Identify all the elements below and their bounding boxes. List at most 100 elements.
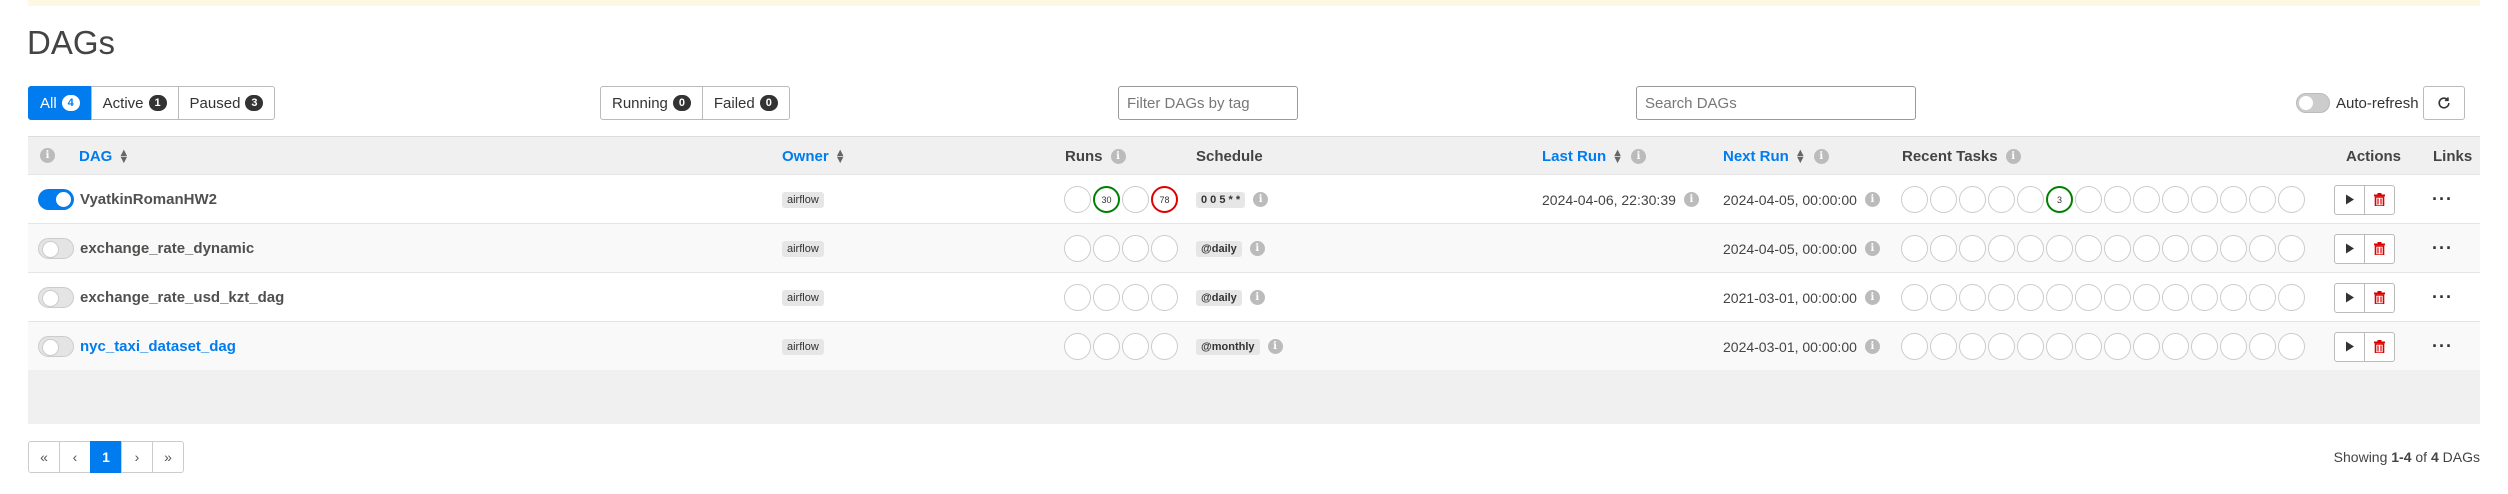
trigger-dag-button[interactable] — [2334, 331, 2365, 362]
info-icon: i — [1864, 290, 1880, 305]
column-actions: Actions — [2346, 148, 2401, 165]
trash-icon — [2374, 193, 2385, 206]
delete-dag-button[interactable] — [2364, 233, 2395, 264]
column-owner[interactable]: Owner ▲ ▼ — [782, 146, 846, 166]
delete-dag-button[interactable] — [2364, 184, 2395, 215]
refresh-button[interactable] — [2423, 86, 2465, 120]
dag-name-link[interactable]: VyatkinRomanHW2 — [80, 191, 217, 208]
pagination: « ‹ 1 › » — [28, 441, 184, 473]
more-icon[interactable]: ··· — [2432, 189, 2453, 210]
last-run-link[interactable]: 2024-04-06, 22:30:39 — [1542, 192, 1676, 208]
column-owner-label: Owner — [782, 148, 829, 165]
tag-filter-input[interactable] — [1118, 86, 1298, 120]
trigger-dag-button[interactable] — [2334, 282, 2365, 313]
schedule-tag[interactable]: @daily — [1196, 240, 1242, 257]
pause-toggle[interactable] — [38, 287, 74, 308]
trigger-dag-button[interactable] — [2334, 184, 2365, 215]
table-row: exchange_rate_dynamic airflow @daily i 2024-… — [28, 223, 2480, 272]
filter-active-button[interactable]: Active 1 — [90, 86, 179, 120]
recent-tasks-status — [1901, 284, 2305, 311]
owner-tag[interactable]: airflow — [782, 240, 824, 257]
page-next-button[interactable]: › — [121, 441, 153, 473]
page-first-button[interactable]: « — [28, 441, 60, 473]
page-current-button[interactable]: 1 — [90, 441, 122, 473]
table-row: exchange_rate_usd_kzt_dag airflow @daily i 2… — [28, 272, 2480, 321]
sort-icon: ▲ ▼ — [1794, 146, 1806, 166]
refresh-icon — [2438, 97, 2450, 109]
task-state-circle — [2191, 186, 2218, 213]
column-last-run[interactable]: Last Run ▲ ▼ i — [1542, 147, 1647, 165]
column-next-run-label: Next Run — [1723, 148, 1789, 165]
task-state-circle — [1988, 235, 2015, 262]
filter-failed-label: Failed — [713, 94, 755, 112]
auto-refresh-toggle[interactable] — [2296, 93, 2330, 113]
task-state-circle — [2017, 186, 2044, 213]
task-state-circle — [2104, 235, 2131, 262]
task-state-circle[interactable]: 3 — [2046, 186, 2073, 213]
trash-icon — [2374, 340, 2385, 353]
owner-tag[interactable]: airflow — [782, 338, 824, 355]
task-state-circle — [2278, 333, 2305, 360]
column-dag-label: DAG — [79, 148, 113, 165]
dag-name-link[interactable]: exchange_rate_dynamic — [80, 240, 254, 257]
next-run-value: 2024-03-01, 00:00:00 — [1723, 338, 1857, 355]
delete-dag-button[interactable] — [2364, 331, 2395, 362]
task-state-circle — [2017, 284, 2044, 311]
showing-of: of — [2411, 449, 2431, 465]
filter-failed-button[interactable]: Failed 0 — [701, 86, 790, 120]
more-icon[interactable]: ··· — [2432, 238, 2453, 259]
page-prev-button[interactable]: ‹ — [59, 441, 91, 473]
column-recent-tasks-label: Recent Tasks — [1902, 148, 1998, 165]
showing-prefix: Showing — [2333, 449, 2392, 465]
info-icon: i — [1267, 339, 1283, 354]
pause-toggle[interactable] — [38, 189, 74, 210]
pause-toggle[interactable] — [38, 238, 74, 259]
run-state-circle — [1151, 235, 1178, 262]
dag-name-link[interactable]: exchange_rate_usd_kzt_dag — [80, 289, 284, 306]
run-state-circle[interactable]: 78 — [1151, 186, 1178, 213]
task-state-circle — [2278, 284, 2305, 311]
column-links: Links — [2433, 148, 2472, 165]
owner-tag[interactable]: airflow — [782, 191, 824, 208]
schedule-tag[interactable]: 0 0 5 * * — [1196, 191, 1246, 208]
run-state-circle — [1122, 333, 1149, 360]
runs-status: 30 78 — [1064, 186, 1178, 213]
sort-icon: ▲ ▼ — [834, 146, 846, 166]
run-state-circle — [1064, 333, 1091, 360]
owner-tag[interactable]: airflow — [782, 289, 824, 306]
run-state-circle — [1064, 186, 1091, 213]
info-icon: i — [1813, 149, 1829, 164]
task-state-circle — [1901, 235, 1928, 262]
column-schedule-label: Schedule — [1196, 148, 1263, 165]
delete-dag-button[interactable] — [2364, 282, 2395, 313]
dag-name-link[interactable]: nyc_taxi_dataset_dag — [80, 338, 236, 355]
runs-status — [1064, 284, 1178, 311]
task-state-circle — [1959, 333, 1986, 360]
filter-all-button[interactable]: All 4 — [28, 86, 92, 120]
info-icon: i — [1110, 149, 1126, 164]
task-state-circle — [2191, 235, 2218, 262]
schedule-tag[interactable]: @monthly — [1196, 338, 1260, 355]
search-input[interactable] — [1636, 86, 1916, 120]
task-state-circle — [2017, 235, 2044, 262]
task-state-circle — [1959, 284, 1986, 311]
more-icon[interactable]: ··· — [2432, 336, 2453, 357]
task-state-circle — [2191, 284, 2218, 311]
column-dag[interactable]: DAG ▲ ▼ — [79, 147, 129, 165]
play-icon — [2345, 292, 2354, 303]
run-state-circle — [1093, 333, 1120, 360]
column-runs-label: Runs — [1065, 148, 1103, 165]
task-state-circle — [2133, 235, 2160, 262]
column-actions-label: Actions — [2346, 148, 2402, 165]
trigger-dag-button[interactable] — [2334, 233, 2365, 264]
column-next-run[interactable]: Next Run ▲ ▼ i — [1723, 146, 1829, 166]
filter-running-label: Running — [612, 94, 668, 112]
more-icon[interactable]: ··· — [2432, 287, 2453, 308]
pause-toggle[interactable] — [38, 336, 74, 357]
schedule-tag[interactable]: @daily — [1196, 289, 1242, 306]
filter-paused-button[interactable]: Paused 3 — [177, 86, 276, 120]
page-last-button[interactable]: » — [152, 441, 184, 473]
task-state-circle — [2133, 333, 2160, 360]
filter-running-button[interactable]: Running 0 — [600, 86, 703, 120]
run-state-circle[interactable]: 30 — [1093, 186, 1120, 213]
